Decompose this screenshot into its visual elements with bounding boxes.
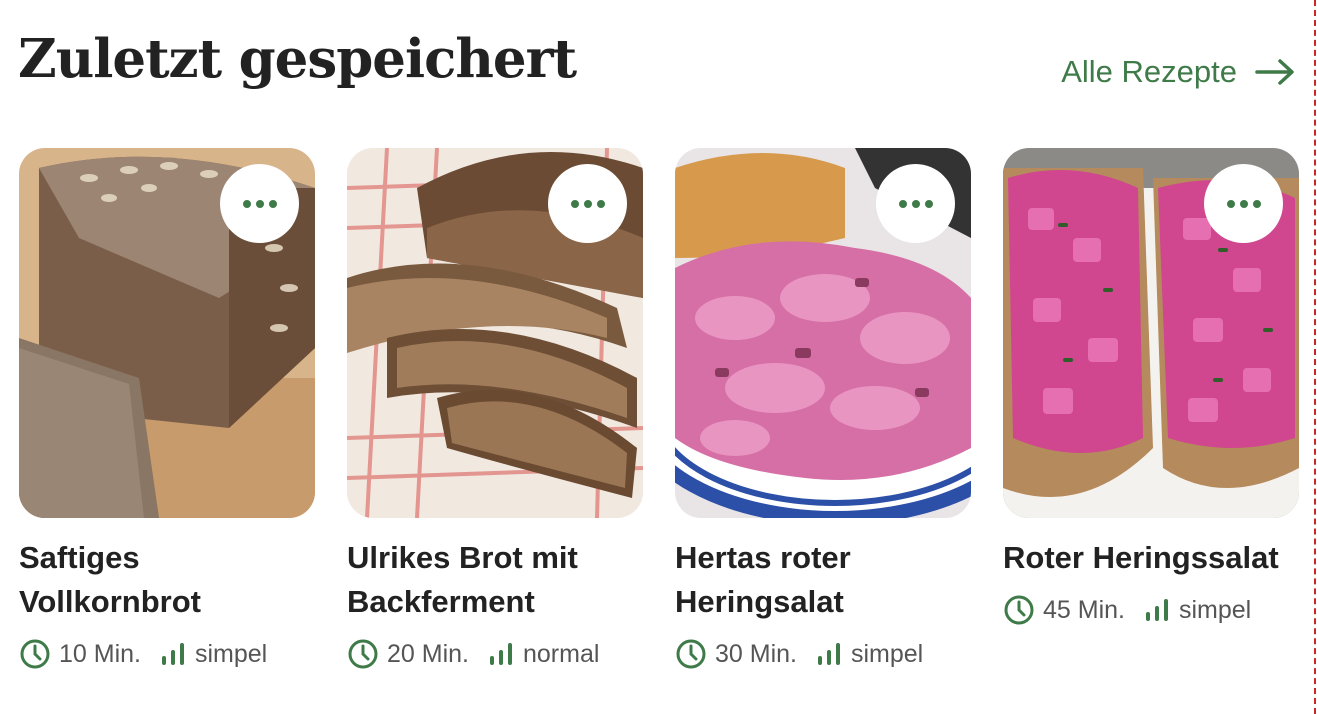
- recipe-meta: 45 Min. simpel: [1003, 594, 1299, 626]
- more-dots-icon: [242, 199, 251, 208]
- recipe-time: 45 Min.: [1043, 595, 1125, 624]
- arrow-right-icon: [1255, 59, 1294, 85]
- more-dot: [924, 199, 933, 208]
- more-dots-icon: [570, 199, 579, 208]
- recipe-card[interactable]: Saftiges Vollkornbrot 10 Min. simpel: [19, 148, 315, 670]
- recipe-time: 20 Min.: [387, 639, 469, 668]
- more-dot: [1252, 199, 1261, 208]
- recipe-title[interactable]: Hertas roter Heringsalat: [675, 536, 971, 624]
- section-title: Zuletzt gespeichert: [18, 28, 577, 90]
- recipe-image[interactable]: [1003, 148, 1299, 518]
- recipe-image[interactable]: [19, 148, 315, 518]
- more-dot: [583, 199, 592, 208]
- recipe-difficulty: simpel: [850, 639, 924, 668]
- more-dot: [268, 199, 277, 208]
- recipe-difficulty: normal: [522, 639, 600, 668]
- recipe-difficulty: simpel: [194, 639, 268, 668]
- more-dot: [255, 199, 264, 208]
- more-options-button[interactable]: [220, 164, 299, 243]
- recipe-image[interactable]: [347, 148, 643, 518]
- clock-icon: [20, 639, 50, 669]
- difficulty-bars-icon: [1145, 599, 1168, 621]
- recipe-time: 30 Min.: [715, 639, 797, 668]
- recipe-meta: 30 Min. simpel: [675, 638, 971, 670]
- dashed-border: [1314, 0, 1316, 714]
- more-options-button[interactable]: [876, 164, 955, 243]
- difficulty-bars-icon: [489, 643, 512, 665]
- recipe-meta: 10 Min. simpel: [19, 638, 315, 670]
- clock-icon: [1004, 595, 1034, 625]
- more-dot: [596, 199, 605, 208]
- clock-icon: [676, 639, 706, 669]
- recipe-difficulty: simpel: [1178, 595, 1252, 624]
- recipe-title[interactable]: Saftiges Vollkornbrot: [19, 536, 315, 624]
- difficulty-bars-icon: [161, 643, 184, 665]
- more-dots-icon: [1226, 199, 1235, 208]
- more-options-button[interactable]: [1204, 164, 1283, 243]
- clock-icon: [348, 639, 378, 669]
- more-options-button[interactable]: [548, 164, 627, 243]
- all-recipes-link[interactable]: Alle Rezepte: [1061, 54, 1295, 90]
- recipe-image[interactable]: [675, 148, 971, 518]
- recipe-title[interactable]: Ulrikes Brot mit Backferment: [347, 536, 643, 624]
- recipe-card[interactable]: Ulrikes Brot mit Backferment 20 Min. nor…: [347, 148, 643, 670]
- difficulty-bars-icon: [817, 643, 840, 665]
- recipe-time: 10 Min.: [59, 639, 141, 668]
- more-dots-icon: [898, 199, 907, 208]
- recipe-card[interactable]: Hertas roter Heringsalat 30 Min. simpel: [675, 148, 971, 670]
- more-dot: [1239, 199, 1248, 208]
- recipe-card[interactable]: Roter Heringssalat 45 Min. simpel: [1003, 148, 1299, 626]
- more-dot: [911, 199, 920, 208]
- recipe-title[interactable]: Roter Heringssalat: [1003, 536, 1299, 580]
- all-recipes-label: Alle Rezepte: [1061, 54, 1237, 89]
- recipe-meta: 20 Min. normal: [347, 638, 643, 670]
